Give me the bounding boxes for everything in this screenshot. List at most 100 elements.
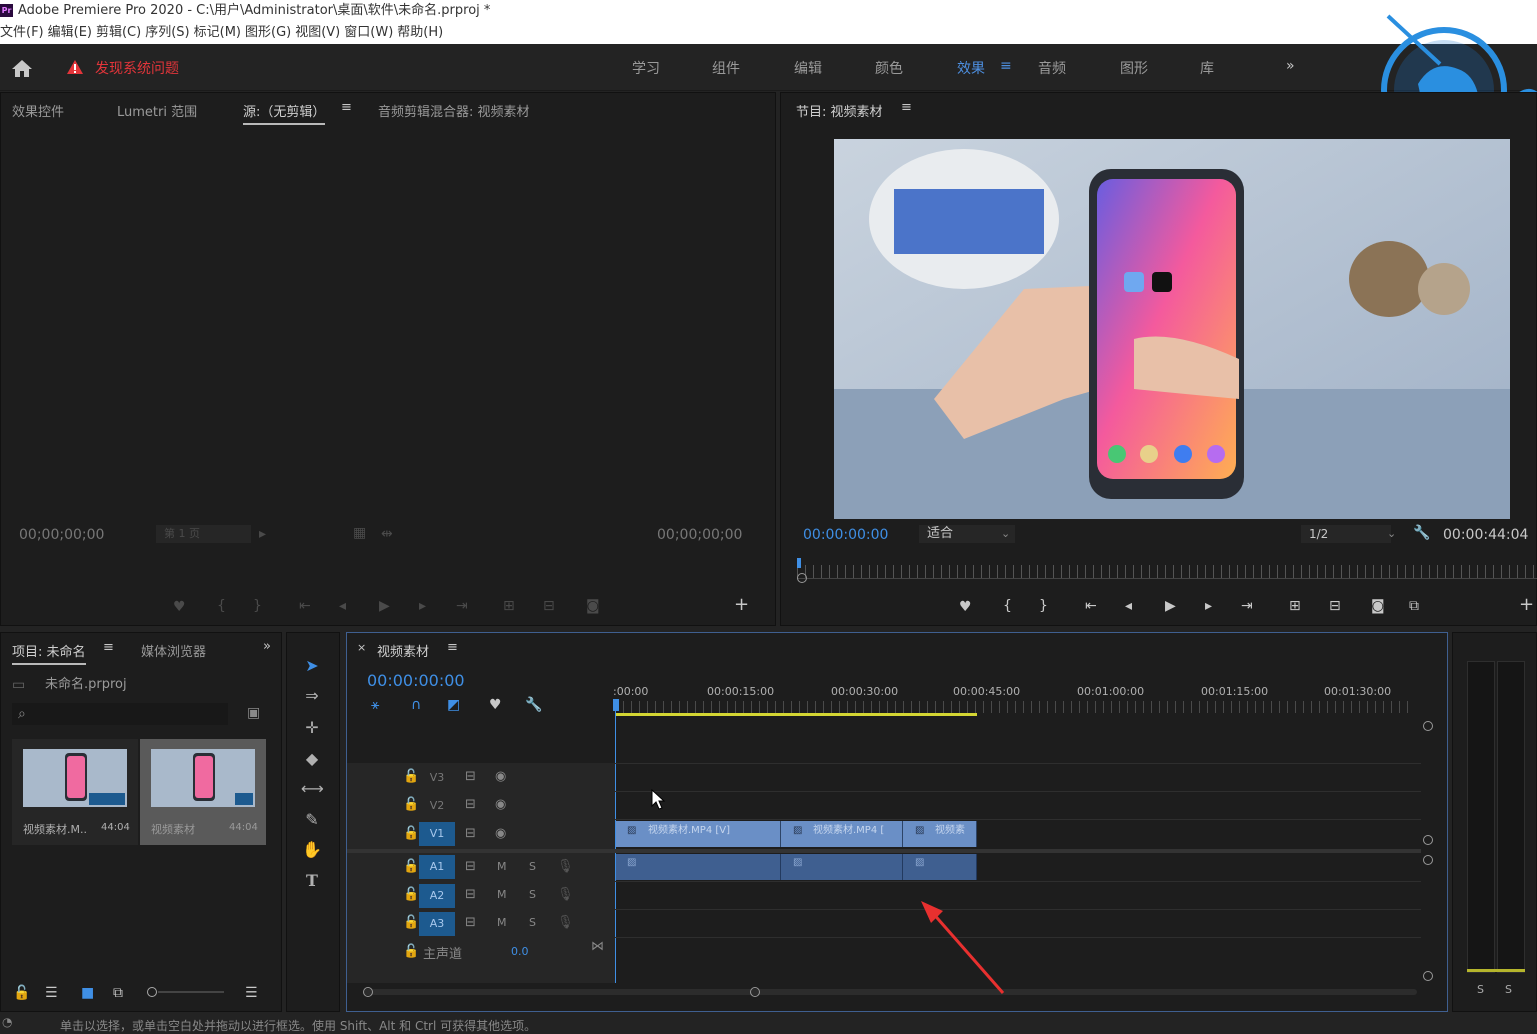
- source-mark-out-icon[interactable]: }: [253, 598, 262, 614]
- program-export-frame-icon[interactable]: ◙: [1371, 598, 1385, 614]
- workspace-learn[interactable]: 学习: [632, 58, 660, 78]
- mic-icon[interactable]: 🎙: [557, 915, 574, 930]
- settings-wrench-icon[interactable]: 🔧: [1413, 525, 1430, 541]
- track-label-a1[interactable]: A1: [419, 855, 455, 879]
- lock-icon[interactable]: 🔓: [403, 769, 419, 784]
- tab-media-browser[interactable]: 媒体浏览器: [141, 641, 206, 660]
- add-marker-icon[interactable]: ♥: [489, 697, 502, 713]
- more-workspaces-button[interactable]: »: [1286, 58, 1295, 74]
- timeline-settings-icon[interactable]: 🔧: [525, 697, 542, 713]
- timeline-timecode[interactable]: 00:00:00:00: [367, 671, 465, 690]
- type-tool-icon[interactable]: T: [301, 870, 323, 892]
- tab-audio-clip-mixer[interactable]: 音频剪辑混合器: 视频素材: [378, 101, 530, 120]
- resolution-dropdown-icon[interactable]: ⌄: [1387, 526, 1396, 542]
- menu-edit[interactable]: 编辑(E): [48, 22, 96, 44]
- source-overwrite-icon[interactable]: ⊟: [543, 598, 555, 614]
- mic-icon[interactable]: 🎙: [557, 859, 574, 874]
- workspace-libraries[interactable]: 库: [1200, 58, 1214, 78]
- audio-clip[interactable]: [616, 854, 781, 880]
- track-label-a3[interactable]: A3: [419, 912, 455, 936]
- source-tab-menu-icon[interactable]: ≡: [341, 100, 352, 115]
- audio-scroll-handle[interactable]: [1423, 855, 1433, 865]
- workspace-assembly[interactable]: 组件: [712, 58, 740, 78]
- slip-tool-icon[interactable]: ⟷: [301, 778, 324, 800]
- solo-right-button[interactable]: S: [1505, 983, 1512, 996]
- zoom-slider-track[interactable]: [158, 991, 224, 993]
- source-insert-icon[interactable]: ⊞: [503, 598, 515, 614]
- lock-icon[interactable]: 🔓: [13, 985, 30, 1001]
- work-area-bar[interactable]: [615, 713, 977, 716]
- track-label-v1[interactable]: V1: [419, 822, 455, 846]
- video-scroll-handle[interactable]: [1423, 835, 1433, 845]
- tab-effect-controls[interactable]: 效果控件: [12, 101, 64, 120]
- eye-icon[interactable]: ◉: [495, 797, 506, 812]
- video-audio-divider[interactable]: [347, 849, 1421, 853]
- program-go-to-in-icon[interactable]: ⇤: [1085, 598, 1097, 614]
- program-step-back-icon[interactable]: ◂: [1125, 598, 1132, 614]
- program-play-icon[interactable]: ▶: [1165, 598, 1176, 614]
- sync-lock-icon[interactable]: ⊟: [465, 859, 476, 874]
- program-playhead[interactable]: [797, 558, 801, 568]
- mute-button[interactable]: M: [497, 860, 507, 873]
- sequence-tab[interactable]: 视频素材: [377, 641, 429, 660]
- scroll-handle-left[interactable]: [363, 987, 373, 997]
- project-menu-icon[interactable]: ≡: [103, 640, 114, 655]
- sort-icon[interactable]: ☰: [245, 985, 258, 1001]
- video-clip[interactable]: 视频素材.MP4 [V]: [616, 821, 781, 847]
- sync-lock-icon[interactable]: ⊟: [465, 826, 476, 841]
- source-play-icon[interactable]: ▶: [379, 598, 390, 614]
- scroll-handle-right[interactable]: [750, 987, 760, 997]
- program-mini-ruler[interactable]: [797, 565, 1537, 579]
- solo-button[interactable]: S: [529, 888, 536, 901]
- project-item-1[interactable]: 视频素材.M.. 44:04: [12, 739, 138, 845]
- fit-dropdown-icon[interactable]: ⌄: [1001, 526, 1010, 542]
- track-label-v2[interactable]: V2: [419, 794, 455, 818]
- program-add-button-icon[interactable]: +: [1519, 596, 1534, 614]
- track-select-tool-icon[interactable]: ⇒: [301, 685, 323, 707]
- playhead-handle[interactable]: [613, 699, 619, 711]
- nest-icon[interactable]: ⚹: [371, 697, 379, 713]
- program-title[interactable]: 节目: 视频素材: [796, 101, 883, 120]
- source-timecode-in[interactable]: 00;00;00;00: [19, 527, 104, 543]
- workspace-menu-icon[interactable]: ≡: [1000, 58, 1012, 74]
- icon-view-icon[interactable]: ■: [81, 985, 94, 1001]
- video-scroll-handle[interactable]: [1423, 721, 1433, 731]
- project-search-input[interactable]: [12, 703, 228, 725]
- source-export-frame-icon[interactable]: ◙: [586, 598, 600, 614]
- program-step-forward-icon[interactable]: ▸: [1205, 598, 1212, 614]
- mute-button[interactable]: M: [497, 916, 507, 929]
- sync-lock-icon[interactable]: ⊟: [465, 915, 476, 930]
- close-sequence-icon[interactable]: ×: [357, 641, 366, 654]
- sync-lock-icon[interactable]: ⊟: [465, 797, 476, 812]
- project-more-icon[interactable]: »: [263, 639, 271, 654]
- razor-tool-icon[interactable]: ◆: [301, 748, 323, 770]
- menu-help[interactable]: 帮助(H): [397, 22, 447, 44]
- workspace-editing[interactable]: 编辑: [794, 58, 822, 78]
- lock-icon[interactable]: 🔓: [403, 859, 419, 874]
- track-label-v3[interactable]: V3: [419, 766, 455, 790]
- page-next-icon[interactable]: ▸: [259, 526, 266, 542]
- workspace-audio[interactable]: 音频: [1038, 58, 1066, 78]
- eye-icon[interactable]: ◉: [495, 769, 506, 784]
- source-marker-icon[interactable]: ♥: [173, 599, 186, 615]
- menu-clip[interactable]: 剪辑(C): [96, 22, 145, 44]
- lock-icon[interactable]: 🔓: [403, 944, 419, 959]
- pen-tool-icon[interactable]: ✎: [301, 809, 323, 831]
- workspace-color[interactable]: 颜色: [875, 58, 903, 78]
- mute-button[interactable]: M: [497, 888, 507, 901]
- workspace-graphics[interactable]: 图形: [1120, 58, 1148, 78]
- solo-left-button[interactable]: S: [1477, 983, 1484, 996]
- page-select[interactable]: 第 1 页: [156, 525, 251, 543]
- source-step-back-icon[interactable]: ◂: [339, 598, 346, 614]
- zoom-slider-handle[interactable]: [147, 987, 157, 997]
- source-add-button-icon[interactable]: +: [734, 596, 749, 614]
- sync-lock-icon[interactable]: ⊟: [465, 769, 476, 784]
- source-go-to-in-icon[interactable]: ⇤: [299, 598, 311, 614]
- menu-window[interactable]: 窗口(W): [344, 22, 397, 44]
- program-menu-icon[interactable]: ≡: [901, 100, 912, 115]
- mic-icon[interactable]: 🎙: [557, 887, 574, 902]
- eye-icon[interactable]: ◉: [495, 826, 506, 841]
- master-volume-value[interactable]: 0.0: [511, 945, 529, 958]
- sequence-menu-icon[interactable]: ≡: [447, 640, 458, 655]
- program-go-to-out-icon[interactable]: ⇥: [1241, 598, 1253, 614]
